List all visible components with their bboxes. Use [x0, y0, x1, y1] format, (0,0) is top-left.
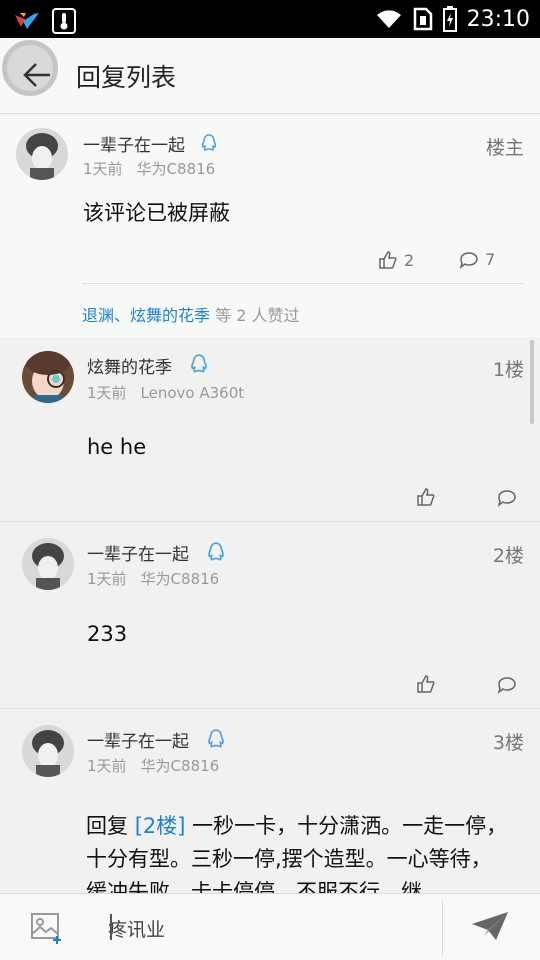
reply-content: he he	[87, 435, 147, 459]
floor-label: 3楼	[492, 732, 524, 754]
floor-label: 2楼	[492, 545, 524, 567]
post-time: 1天前	[83, 160, 123, 178]
reply-time: 1天前	[87, 384, 127, 402]
main-post: 一辈子在一起 1天前 华为C8816 楼主 该评论已被屏蔽 2 7 退渊、炫舞的花…	[0, 115, 540, 337]
thumbs-up-icon[interactable]	[416, 487, 436, 507]
reply-item: 炫舞的花季 1天前 Lenovo A360t 1楼 he he	[0, 337, 540, 522]
avatar[interactable]	[22, 351, 74, 403]
qq-icon	[191, 354, 207, 373]
reply-meta: 1天前 Lenovo A360t	[87, 382, 244, 403]
post-device: 华为C8816	[136, 160, 216, 178]
liker-link[interactable]: 炫舞的花季	[130, 306, 210, 325]
likers-separator: 、	[114, 306, 131, 325]
app-header: 回复列表	[0, 38, 540, 114]
thumbs-up-icon	[379, 251, 397, 269]
wifi-icon	[376, 10, 401, 28]
like-button[interactable]: 2	[378, 250, 414, 270]
reply-device: 华为C8816	[140, 757, 220, 775]
reply-device: Lenovo A360t	[140, 384, 245, 402]
qq-icon	[201, 134, 217, 151]
battery-icon	[442, 6, 457, 32]
back-arrow-icon	[23, 63, 50, 87]
likers-line: 退渊、炫舞的花季 等 2 人赞过	[82, 302, 300, 326]
send-icon[interactable]	[470, 910, 510, 942]
scrollbar[interactable]	[530, 340, 534, 424]
reply-time: 1天前	[87, 570, 127, 588]
status-time: 23:10	[466, 6, 530, 32]
reply-device: 华为C8816	[140, 570, 220, 588]
avatar-image	[16, 128, 68, 180]
comment-button[interactable]: 7	[459, 250, 495, 269]
text-cursor	[110, 914, 112, 940]
avatar[interactable]	[22, 538, 74, 590]
reply-time: 1天前	[87, 757, 127, 775]
thermometer-icon	[52, 8, 76, 34]
thumbs-up-icon[interactable]	[416, 674, 436, 694]
qq-icon	[208, 729, 224, 748]
qq-icon	[208, 542, 224, 561]
likes-suffix: 等 2 人赞过	[215, 306, 300, 325]
reply-content: 233	[87, 622, 128, 646]
comment-icon	[459, 251, 478, 269]
comment-count: 7	[485, 250, 496, 269]
avatar[interactable]	[22, 725, 74, 777]
comment-icon[interactable]	[497, 489, 517, 507]
reply-username[interactable]: 一辈子在一起	[87, 540, 189, 565]
reply-item: 一辈子在一起 1天前 华为C8816 2楼 233	[0, 522, 540, 709]
reply-username[interactable]: 炫舞的花季	[87, 353, 172, 378]
avatar[interactable]	[16, 128, 68, 180]
like-count: 2	[404, 250, 415, 270]
post-username[interactable]: 一辈子在一起	[83, 131, 185, 156]
reply-meta: 1天前 华为C8816	[87, 568, 219, 589]
reply-input[interactable]	[108, 912, 428, 944]
back-button[interactable]	[2, 40, 58, 110]
status-bar: 23:10	[0, 0, 540, 38]
post-content: 该评论已被屏蔽	[83, 201, 230, 225]
post-meta: 1天前 华为C8816	[83, 158, 215, 179]
reply-username[interactable]: 一辈子在一起	[87, 727, 189, 752]
page-title: 回复列表	[76, 63, 177, 92]
insert-image-icon[interactable]	[30, 912, 64, 944]
send-divider	[442, 900, 443, 956]
divider	[82, 283, 524, 284]
reply-reference-link[interactable]: [2楼]	[135, 814, 186, 838]
avatar-image	[22, 351, 74, 403]
floor-label: 1楼	[492, 359, 524, 381]
avatar-image	[22, 725, 74, 777]
app-logo-icon	[15, 13, 39, 29]
comment-icon[interactable]	[497, 676, 517, 694]
avatar-image	[22, 538, 74, 590]
reply-meta: 1天前 华为C8816	[87, 755, 219, 776]
floor-label: 楼主	[485, 137, 524, 159]
reply-composer	[0, 893, 540, 960]
reply-prefix: 回复	[86, 814, 128, 838]
liker-link[interactable]: 退渊	[82, 306, 114, 325]
sim-icon	[413, 7, 432, 31]
